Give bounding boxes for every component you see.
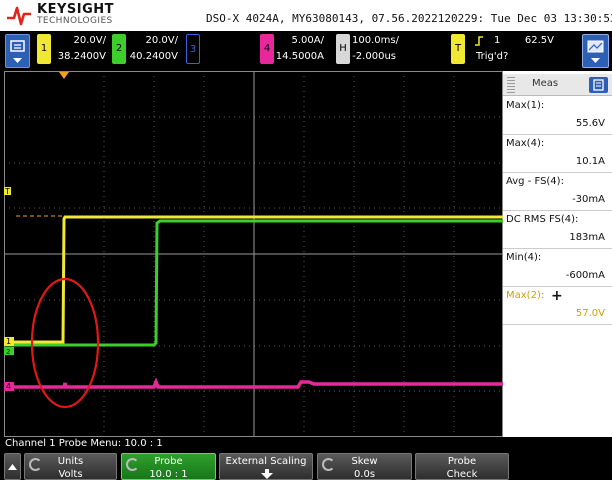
channel-4-button[interactable]: 4 — [260, 34, 274, 64]
title-bar: KEYSIGHT TECHNOLOGIES DSO-X 4024A, MY630… — [0, 0, 612, 31]
svg-text:2: 2 — [6, 348, 10, 356]
trigger-status: Trig'd? — [476, 51, 509, 62]
softkey-title: Skew — [351, 456, 378, 467]
probe-check-softkey[interactable]: Probe Check — [415, 453, 509, 480]
measurement-row[interactable]: Avg - FS(4): -30mA — [503, 173, 612, 211]
horizontal-scale: 100.0ms/ — [352, 35, 399, 46]
measurement-name: DC RMS FS(4): — [506, 214, 579, 225]
channel-1-scale: 20.0V/ — [73, 35, 106, 46]
channel-menu-button[interactable] — [5, 34, 30, 68]
svg-text:1: 1 — [6, 337, 11, 346]
trigger-level: 62.5V — [524, 35, 554, 46]
measurement-row[interactable]: Min(4): -600mA — [503, 249, 612, 287]
measurement-name: Min(4): — [506, 252, 542, 263]
trigger-marker-label: T — [4, 187, 10, 196]
panel-grip-icon[interactable] — [507, 77, 515, 93]
softkey-bar: Units Volts Probe 10.0 : 1 External Scal… — [0, 452, 612, 480]
softkey-value: 0.0s — [353, 469, 376, 480]
channel-bar: 1 20.0V/ 38.2400V 2 20.0V/ 40.2400V 3 4 … — [0, 31, 612, 71]
display-menu-button[interactable] — [582, 34, 609, 68]
measurement-name: Max(4): — [506, 138, 545, 149]
measurement-value: 10.1A — [575, 156, 605, 167]
horizontal-position: -2.000us — [352, 51, 396, 62]
channel-2-offset: 40.2400V — [129, 51, 178, 62]
measurement-name: Max(1): — [506, 100, 545, 111]
measurement-value: -600mA — [565, 270, 605, 281]
display-icon — [587, 40, 604, 63]
channel-2-scale: 20.0V/ — [145, 35, 178, 46]
measurement-value: 57.0V — [575, 308, 605, 319]
keysight-logo-icon — [7, 6, 31, 26]
down-arrow-icon — [261, 469, 273, 479]
measurements-title: Meas — [532, 78, 559, 89]
softkey-value: 10.0 : 1 — [149, 469, 188, 480]
channel-4-scale: 5.00A/ — [291, 35, 324, 46]
softkey-title: Units — [57, 456, 84, 467]
measurement-value: 183mA — [569, 232, 605, 243]
waveform-display: T 1 2 4 — [4, 71, 503, 437]
measurement-value: -30mA — [572, 194, 605, 205]
add-measurement-button[interactable]: + — [551, 288, 563, 304]
channel-1-ground-marker: 1 — [4, 337, 14, 346]
channel-2-ground-marker: 2 — [4, 347, 14, 356]
measurement-panel-icon[interactable] — [589, 77, 608, 93]
softkey-value: Check — [446, 469, 478, 480]
up-arrow-icon — [8, 464, 17, 470]
trigger-source: 1 — [494, 35, 501, 46]
oscilloscope-screen: KEYSIGHT TECHNOLOGIES DSO-X 4024A, MY630… — [0, 0, 612, 480]
channel-1-button[interactable]: 1 — [37, 34, 51, 64]
trigger-button[interactable]: T — [451, 34, 465, 64]
measurements-header: Meas — [503, 74, 612, 96]
softkey-title: Probe — [447, 456, 477, 467]
channel-3-button[interactable]: 3 — [186, 34, 200, 64]
softkey-title: External Scaling — [225, 456, 307, 467]
channel-4-offset: 14.5000A — [275, 51, 324, 62]
channel-menu-icon — [10, 40, 25, 63]
softkey-title: Probe — [154, 456, 183, 467]
measurement-row[interactable]: DC RMS FS(4): 183mA — [503, 211, 612, 249]
measurement-name: Max(2): — [506, 290, 545, 301]
channel-4-ground-marker: 4 — [4, 382, 14, 391]
horizontal-button[interactable]: H — [336, 34, 350, 64]
softkey-menu-title: Channel 1 Probe Menu: 10.0 : 1 — [5, 438, 163, 449]
channel-2-button[interactable]: 2 — [112, 34, 126, 64]
measurements-panel: Meas Max(1): 55.6V Max(4): 10.1A Avg - F… — [503, 71, 612, 437]
softkey-value: Volts — [58, 469, 83, 480]
svg-text:4: 4 — [6, 382, 11, 391]
softkey-back-button[interactable] — [4, 453, 21, 480]
channel-1-offset: 38.2400V — [57, 51, 106, 62]
measurement-value: 55.6V — [575, 118, 605, 129]
external-scaling-softkey[interactable]: External Scaling — [219, 453, 313, 480]
probe-ratio-softkey[interactable]: Probe 10.0 : 1 — [121, 453, 216, 480]
measurement-row[interactable]: Max(1): 55.6V — [503, 97, 612, 135]
instrument-info: DSO-X 4024A, MY63080143, 07.56.202212022… — [206, 12, 612, 25]
brand-subtitle: TECHNOLOGIES — [37, 16, 113, 26]
skew-softkey[interactable]: Skew 0.0s — [317, 453, 412, 480]
rising-edge-icon — [475, 36, 483, 46]
measurement-name: Avg - FS(4): — [506, 176, 564, 187]
units-softkey[interactable]: Units Volts — [24, 453, 117, 480]
measurement-row[interactable]: Max(4): 10.1A — [503, 135, 612, 173]
brand-name: KEYSIGHT — [37, 2, 114, 17]
